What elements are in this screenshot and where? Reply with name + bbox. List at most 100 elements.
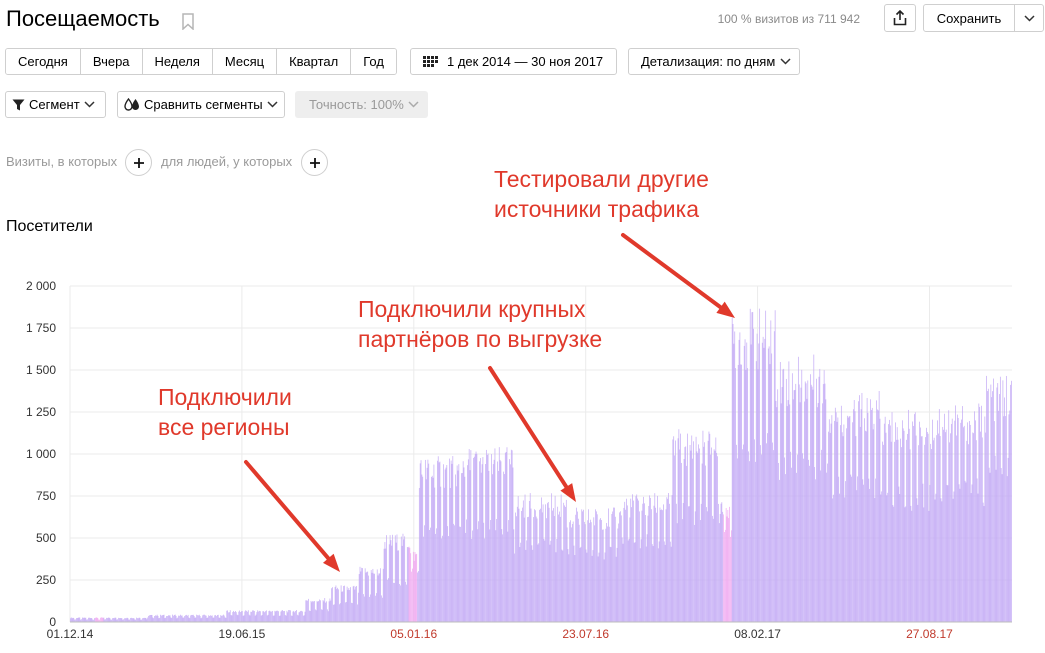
chart-bar (977, 493, 979, 622)
chart-bar (571, 527, 572, 622)
chart-bar (224, 617, 226, 622)
chart-bar (106, 617, 107, 622)
chart-bar (853, 400, 855, 622)
chart-bar (924, 444, 926, 622)
chart-bar (284, 614, 286, 622)
chart-bar (917, 504, 919, 622)
chart-bar (532, 549, 534, 622)
chart-bar (920, 436, 922, 622)
chart-bar (745, 369, 747, 622)
y-tick-label: 750 (36, 489, 56, 503)
chart-bar (479, 461, 480, 622)
chart-bar (894, 441, 895, 622)
chart-bar (210, 615, 212, 622)
chart-bar (355, 586, 357, 622)
chart-bar (377, 575, 379, 622)
chart-bar (771, 353, 773, 622)
chart-bar (107, 617, 109, 622)
period-yesterday-button[interactable]: Вчера (80, 49, 143, 74)
chart-bar (235, 611, 236, 622)
date-range-picker[interactable]: 1 дек 2014 — 30 ноя 2017 (410, 48, 617, 75)
chart-bar (133, 618, 135, 622)
chart-bar (211, 615, 213, 622)
period-today-button[interactable]: Сегодня (6, 49, 81, 74)
chart-bar (605, 528, 607, 622)
chart-bar (289, 610, 290, 622)
chart-bar (442, 535, 443, 622)
chart-bar (639, 548, 641, 622)
chart-bar (190, 615, 192, 622)
x-tick-label: 23.07.16 (562, 627, 609, 641)
chart-bar (767, 348, 769, 622)
chart-bar (597, 556, 599, 622)
chart-bar (931, 449, 932, 622)
chart-bar (423, 536, 424, 622)
chart-bar (384, 542, 386, 622)
chart-bar (791, 467, 792, 622)
chart-bar (71, 618, 73, 622)
chart-bar (402, 533, 404, 622)
accuracy-select[interactable]: Точность: 100% (295, 91, 428, 118)
chart-bar (436, 528, 437, 622)
chart-bar (452, 456, 454, 622)
annotation-line: партнёров по выгрузке (358, 326, 603, 352)
period-year-button[interactable]: Год (351, 49, 396, 74)
chart-bar (899, 493, 901, 622)
chart-bar (765, 310, 767, 622)
period-month-button[interactable]: Месяц (212, 49, 278, 74)
chart-bar (308, 610, 310, 622)
save-button[interactable]: Сохранить (924, 5, 1015, 31)
y-tick-label: 1 750 (26, 321, 56, 335)
detail-select[interactable]: Детализация: по дням (628, 48, 800, 75)
chart-bar (234, 611, 235, 622)
period-quarter-button[interactable]: Квартал (277, 49, 352, 74)
chart-bar (430, 527, 431, 622)
chart-bar (651, 544, 653, 622)
chart-bar (309, 611, 311, 622)
chart-bar (395, 542, 397, 622)
chart-bar (920, 427, 921, 622)
chart-bar (465, 532, 467, 622)
segment-button[interactable]: Сегмент (5, 91, 106, 118)
save-dropdown-button[interactable] (1015, 5, 1043, 31)
chart-bar (201, 617, 203, 622)
chart-bar (481, 464, 483, 622)
chart-bar (169, 615, 171, 622)
chart-bar (506, 447, 508, 622)
chart-bar (100, 617, 102, 622)
add-people-filter-button[interactable] (301, 149, 328, 176)
chart-bar (779, 362, 781, 622)
chart-bar (847, 417, 849, 622)
chart-bar (530, 508, 532, 622)
chart-bar (276, 610, 277, 622)
chart-bar (160, 614, 161, 622)
chart-bar (886, 495, 888, 622)
chart-bar (748, 451, 749, 622)
chart-bar (779, 479, 780, 622)
chart-bar (569, 522, 571, 622)
chart-bar (817, 403, 819, 622)
chart-bar (980, 431, 981, 622)
chart-bar (892, 505, 894, 622)
period-week-button[interactable]: Неделя (142, 49, 213, 74)
chart-bar (72, 617, 74, 622)
chart-bar (755, 361, 757, 622)
chart-bar (976, 478, 978, 622)
chart-bar (871, 407, 873, 622)
chart-bar (857, 476, 858, 622)
chart-bar (842, 436, 844, 622)
export-button[interactable] (884, 4, 916, 32)
chart-bar (1006, 476, 1008, 622)
chart-bar (927, 433, 929, 622)
chart-bar (485, 449, 487, 622)
chart-bar (340, 585, 342, 622)
compare-segments-button[interactable]: Сравнить сегменты (117, 91, 285, 118)
drops-icon (124, 98, 139, 111)
chart-bar (628, 538, 630, 622)
chart-bar (724, 529, 726, 622)
chart-bar (872, 429, 874, 622)
chart-bar (913, 425, 914, 622)
add-visits-filter-button[interactable] (125, 149, 152, 176)
chart-bar (358, 574, 360, 622)
bookmark-icon[interactable] (182, 13, 194, 30)
